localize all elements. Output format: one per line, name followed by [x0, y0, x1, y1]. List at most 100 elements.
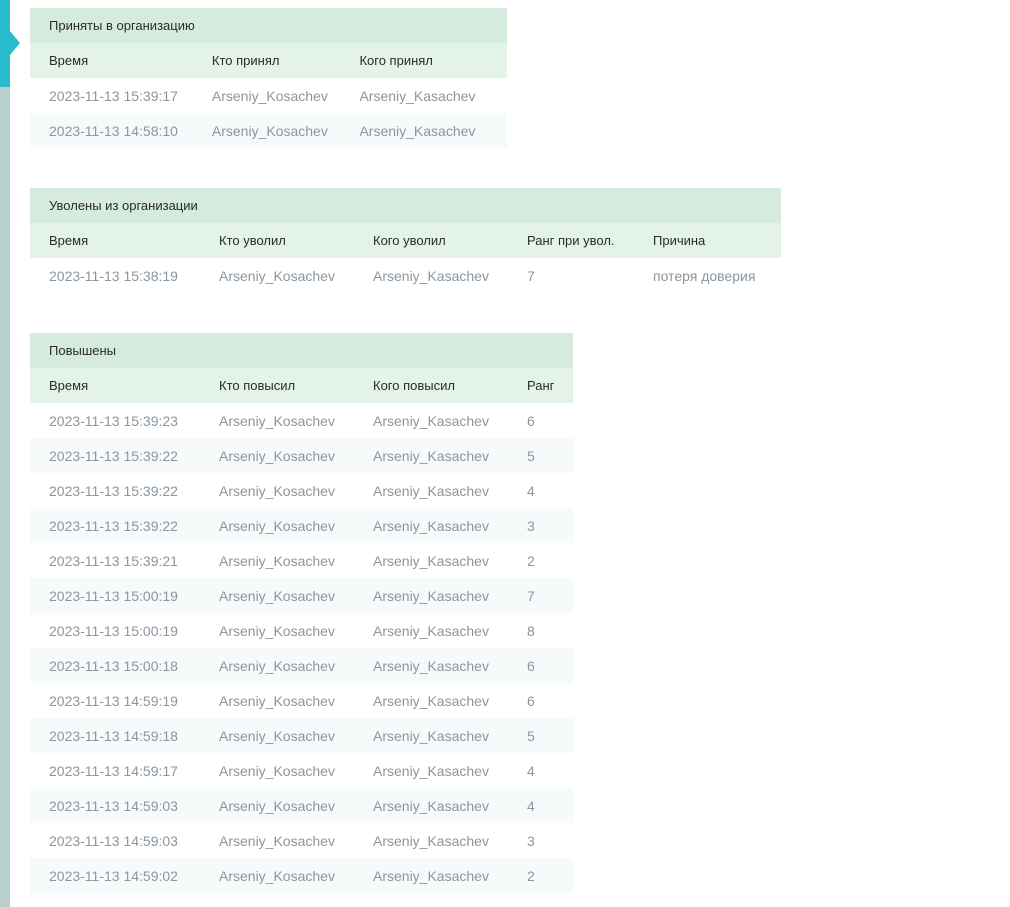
cell-whom: Arseniy_Kasachev: [373, 692, 489, 709]
col-header-rank: Ранг: [527, 378, 555, 393]
cell-rank: 7: [527, 267, 535, 284]
cell-rank: 7: [527, 587, 535, 604]
col-header-whom: Кого повысил: [373, 378, 455, 393]
cell-time: 2023-11-13 15:39:23: [49, 412, 178, 429]
cell-whom: Arseniy_Kasachev: [373, 797, 489, 814]
promoted-header-row: Время Кто повысил Кого повысил Ранг: [30, 368, 573, 403]
cell-rank: 8: [527, 622, 535, 639]
cell-rank: 4: [527, 482, 535, 499]
cell-time: 2023-11-13 14:59:17: [49, 762, 178, 779]
promoted-section: Повышены Время Кто повысил Кого повысил …: [30, 333, 573, 893]
cell-time: 2023-11-13 15:39:22: [49, 482, 178, 499]
col-header-time: Время: [49, 378, 89, 393]
cell-rank: 4: [527, 762, 535, 779]
table-row: 2023-11-13 14:59:17 Arseniy_Kosachev Arsen…: [30, 753, 573, 788]
table-row: 2023-11-13 14:59:19 Arseniy_Kosachev Arsen…: [30, 683, 573, 718]
fired-header-row: Время Кто уволил Кого уволил Ранг при ув…: [30, 223, 781, 258]
table-row: 2023-11-13 14:59:02 Arseniy_Kosachev Arsen…: [30, 858, 573, 893]
cell-time: 2023-11-13 15:39:17: [49, 87, 178, 104]
fired-section: Уволены из организации Время Кто уволил …: [30, 188, 781, 293]
table-row: 2023-11-13 15:39:22 Arseniy_Kosachev Arsen…: [30, 438, 573, 473]
cell-reason: потеря доверия: [653, 267, 756, 284]
cell-who: Arseniy_Kosachev: [219, 797, 335, 814]
cell-who: Arseniy_Kosachev: [219, 552, 335, 569]
col-header-rank: Ранг при увол.: [527, 233, 615, 248]
cell-time: 2023-11-13 15:39:22: [49, 447, 178, 464]
cell-whom: Arseniy_Kasachev: [373, 657, 489, 674]
cell-whom: Arseniy_Kasachev: [373, 412, 489, 429]
promoted-title: Повышены: [30, 333, 573, 368]
cell-whom: Arseniy_Kasachev: [373, 447, 489, 464]
col-header-reason: Причина: [653, 233, 706, 248]
accepted-title: Приняты в организацию: [30, 8, 507, 43]
col-header-time: Время: [49, 53, 89, 68]
cell-who: Arseniy_Kosachev: [219, 622, 335, 639]
table-row: 2023-11-13 15:38:19 Arseniy_Kosachev Ars…: [30, 258, 781, 293]
cell-who: Arseniy_Kosachev: [219, 447, 335, 464]
fired-title: Уволены из организации: [30, 188, 781, 223]
table-row: 2023-11-13 14:59:03 Arseniy_Kosachev Arsen…: [30, 788, 573, 823]
cell-whom: Arseniy_Kasachev: [373, 622, 489, 639]
table-row: 2023-11-13 14:58:10 Arseniy_Kosachev Ars…: [30, 113, 507, 148]
cell-whom: Arseniy_Kasachev: [373, 517, 489, 534]
cell-who: Arseniy_Kosachev: [219, 692, 335, 709]
table-row: 2023-11-13 15:39:22 Arseniy_Kosachev Arsen…: [30, 473, 573, 508]
cell-rank: 3: [527, 832, 535, 849]
cell-time: 2023-11-13 15:00:19: [49, 622, 178, 639]
table-row: 2023-11-13 15:39:23 Arseniy_Kosachev Arsen…: [30, 403, 573, 438]
cell-time: 2023-11-13 14:58:10: [49, 122, 178, 139]
cell-whom: Arseniy_Kasachev: [373, 762, 489, 779]
left-rail-active-indicator: [0, 0, 10, 87]
cell-time: 2023-11-13 15:00:19: [49, 587, 178, 604]
cell-who: Arseniy_Kosachev: [219, 657, 335, 674]
cell-whom: Arseniy_Kasachev: [373, 727, 489, 744]
cell-who: Arseniy_Kosachev: [219, 762, 335, 779]
cell-who: Arseniy_Kosachev: [219, 867, 335, 884]
table-row: 2023-11-13 15:00:19 Arseniy_Kosachev Arsen…: [30, 613, 573, 648]
cell-who: Arseniy_Kosachev: [219, 727, 335, 744]
cell-time: 2023-11-13 14:59:19: [49, 692, 178, 709]
cell-who: Arseniy_Kosachev: [219, 412, 335, 429]
table-row: 2023-11-13 14:59:18 Arseniy_Kosachev Arsen…: [30, 718, 573, 753]
cell-rank: 5: [527, 727, 535, 744]
cell-who: Arseniy_Kosachev: [219, 587, 335, 604]
table-row: 2023-11-13 15:00:18 Arseniy_Kosachev Arsen…: [30, 648, 573, 683]
cell-time: 2023-11-13 15:39:21: [49, 552, 178, 569]
col-header-who: Кто повысил: [219, 378, 296, 393]
cell-whom: Arseniy_Kasachev: [373, 482, 489, 499]
accepted-header-row: Время Кто принял Кого принял: [30, 43, 507, 78]
cell-time: 2023-11-13 14:59:18: [49, 727, 178, 744]
accepted-section: Приняты в организацию Время Кто принял К…: [30, 8, 507, 148]
col-header-whom: Кого принял: [359, 53, 433, 68]
cell-time: 2023-11-13 14:59:02: [49, 867, 178, 884]
cell-rank: 6: [527, 692, 535, 709]
cell-whom: Arseniy_Kasachev: [373, 867, 489, 884]
cell-whom: Arseniy_Kasachev: [359, 122, 476, 139]
col-header-who: Кто уволил: [219, 233, 286, 248]
cell-who: Arseniy_Kosachev: [211, 122, 328, 139]
cell-whom: Arseniy_Kasachev: [373, 832, 489, 849]
cell-rank: 2: [527, 552, 535, 569]
cell-rank: 6: [527, 412, 535, 429]
cell-who: Arseniy_Kosachev: [219, 832, 335, 849]
cell-whom: Arseniy_Kasachev: [373, 587, 489, 604]
cell-whom: Arseniy_Kasachev: [373, 552, 489, 569]
cell-time: 2023-11-13 14:59:03: [49, 797, 178, 814]
cell-time: 2023-11-13 14:59:03: [49, 832, 178, 849]
cell-time: 2023-11-13 15:39:22: [49, 517, 178, 534]
cell-who: Arseniy_Kosachev: [219, 517, 335, 534]
col-header-who: Кто принял: [211, 53, 280, 68]
cell-whom: Arseniy_Kasachev: [373, 267, 489, 284]
cell-time: 2023-11-13 15:00:18: [49, 657, 178, 674]
table-row: 2023-11-13 15:00:19 Arseniy_Kosachev Arsen…: [30, 578, 573, 613]
promoted-rows: 2023-11-13 15:39:23 Arseniy_Kosachev Arsen…: [30, 403, 573, 893]
table-row: 2023-11-13 15:39:21 Arseniy_Kosachev Arsen…: [30, 543, 573, 578]
table-row: 2023-11-13 15:39:22 Arseniy_Kosachev Arsen…: [30, 508, 573, 543]
cell-who: Arseniy_Kosachev: [219, 482, 335, 499]
cell-rank: 4: [527, 797, 535, 814]
cell-who: Arseniy_Kosachev: [211, 87, 328, 104]
cell-who: Arseniy_Kosachev: [219, 267, 335, 284]
cell-rank: 2: [527, 867, 535, 884]
cell-rank: 6: [527, 657, 535, 674]
left-rail: [0, 0, 10, 907]
